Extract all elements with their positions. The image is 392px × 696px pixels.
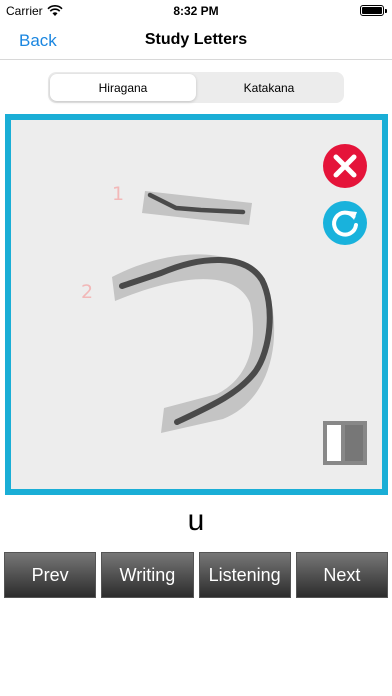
segment-katakana[interactable]: Katakana [196, 74, 342, 101]
romaji-label: u [187, 504, 205, 537]
bottom-button-bar: Prev Writing Listening Next [4, 552, 388, 598]
listening-button[interactable]: Listening [198, 552, 291, 598]
clear-button[interactable] [323, 144, 367, 188]
reload-icon [332, 210, 358, 237]
guide-toggle-button[interactable] [321, 419, 369, 467]
battery-icon [360, 5, 387, 16]
writing-canvas[interactable]: 1 2 [5, 114, 388, 495]
stroke-number-2: 2 [81, 281, 93, 303]
navigation-bar: Back Study Letters [0, 22, 392, 60]
next-button[interactable]: Next [295, 552, 388, 598]
script-segmented-control: Hiragana Katakana [48, 72, 344, 103]
prev-button[interactable]: Prev [4, 552, 97, 598]
half-square-icon [323, 421, 367, 465]
close-icon [333, 154, 357, 178]
stroke-number-1: 1 [112, 183, 124, 205]
status-bar: Carrier 8:32 PM [0, 0, 392, 22]
writing-button[interactable]: Writing [101, 552, 194, 598]
status-time: 8:32 PM [173, 4, 219, 18]
reset-button[interactable] [323, 201, 367, 245]
page-title: Study Letters [144, 31, 248, 48]
segment-hiragana[interactable]: Hiragana [50, 74, 196, 101]
